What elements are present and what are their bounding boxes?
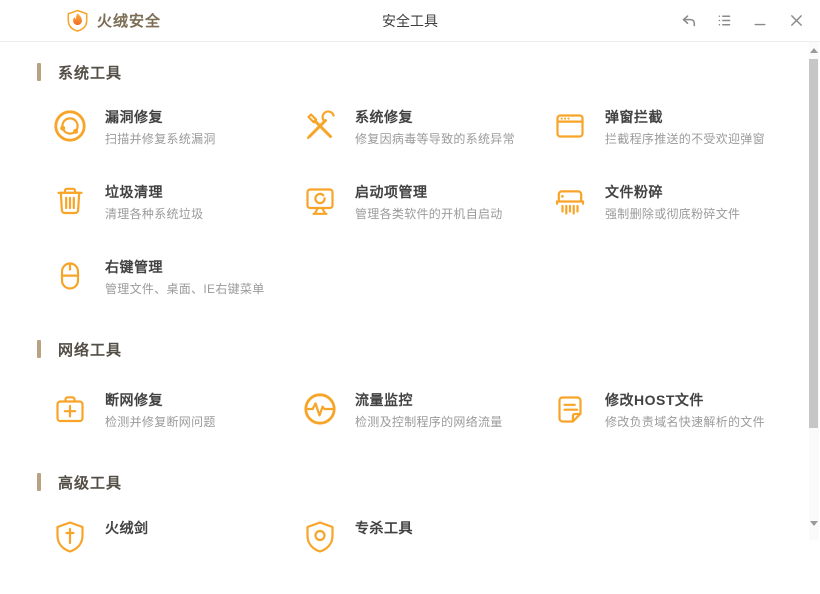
tool-host-file[interactable]: 修改HOST文件 修改负责域名快速解析的文件 [552, 391, 802, 430]
section-header-network: 网络工具 [37, 339, 820, 359]
tool-desc: 修改负责域名快速解析的文件 [605, 415, 765, 429]
traffic-monitor-icon [302, 391, 338, 427]
tool-desc: 修复因病毒等导致的系统异常 [355, 132, 515, 146]
tool-context-menu-manager[interactable]: 右键管理 管理文件、桌面、IE右键菜单 [52, 258, 302, 297]
section-bar [37, 63, 41, 81]
tool-title: 弹窗拦截 [605, 109, 663, 125]
tool-title: 启动项管理 [355, 184, 428, 200]
tool-desc: 检测并修复断网问题 [105, 415, 216, 429]
tool-title: 漏洞修复 [105, 109, 163, 125]
tool-system-repair[interactable]: 系统修复 修复因病毒等导致的系统异常 [302, 108, 552, 147]
section-bar [37, 340, 41, 358]
tool-desc: 强制删除或彻底粉碎文件 [605, 207, 741, 221]
brand: 火绒安全 [66, 9, 161, 32]
titlebar: 火绒安全 安全工具 [0, 0, 820, 42]
trash-icon [52, 183, 88, 219]
tool-huorong-sword[interactable]: 火绒剑 [52, 519, 302, 555]
scrollbar-thumb[interactable] [809, 59, 818, 428]
advanced-tools-grid: 火绒剑 专杀工具 [52, 519, 820, 594]
huorong-logo-icon [67, 9, 88, 32]
section-label: 高级工具 [58, 474, 123, 492]
titlebar-actions [678, 0, 806, 41]
tool-title: 修改HOST文件 [605, 392, 704, 408]
tool-file-shredder[interactable]: 文件粉碎 强制删除或彻底粉碎文件 [552, 183, 802, 222]
startup-monitor-icon [302, 183, 338, 219]
tool-popup-block[interactable]: 弹窗拦截 拦截程序推送的不受欢迎弹窗 [552, 108, 802, 147]
shield-kill-icon [302, 519, 338, 555]
tool-vulnerability-fix[interactable]: 漏洞修复 扫描并修复系统漏洞 [52, 108, 302, 147]
tool-desc: 管理各类软件的开机自启动 [355, 207, 503, 221]
minimize-icon[interactable] [750, 11, 770, 31]
tool-desc: 管理文件、桌面、IE右键菜单 [105, 282, 265, 296]
tool-title: 文件粉碎 [605, 184, 663, 200]
tool-startup-manager[interactable]: 启动项管理 管理各类软件的开机自启动 [302, 183, 552, 222]
tool-desc: 拦截程序推送的不受欢迎弹窗 [605, 132, 765, 146]
host-file-icon [552, 391, 588, 427]
shield-sword-icon [52, 519, 88, 555]
tool-title: 右键管理 [105, 259, 163, 275]
vertical-scrollbar [809, 42, 819, 540]
task-list-icon[interactable] [714, 11, 734, 31]
back-icon[interactable] [678, 11, 698, 31]
tool-desc: 清理各种系统垃圾 [105, 207, 204, 221]
file-shredder-icon [552, 183, 588, 219]
mouse-icon [52, 258, 88, 294]
app-name: 火绒安全 [97, 13, 162, 30]
tool-title: 断网修复 [105, 392, 163, 408]
system-repair-icon [302, 108, 338, 144]
popup-block-icon [552, 108, 588, 144]
section-bar [37, 473, 41, 491]
close-icon[interactable] [786, 11, 806, 31]
tool-junk-clean[interactable]: 垃圾清理 清理各种系统垃圾 [52, 183, 302, 222]
tool-desc: 检测及控制程序的网络流量 [355, 415, 503, 429]
section-label: 系统工具 [58, 64, 123, 82]
section-label: 网络工具 [58, 341, 123, 359]
section-header-system: 系统工具 [37, 62, 820, 82]
network-tools-grid: 断网修复 检测并修复断网问题 流量监控 检测及控制程序的网络流量 修改HOST文… [52, 391, 820, 466]
tool-network-repair[interactable]: 断网修复 检测并修复断网问题 [52, 391, 302, 430]
tool-desc: 扫描并修复系统漏洞 [105, 132, 216, 146]
network-repair-icon [52, 391, 88, 427]
tool-title: 专杀工具 [355, 520, 413, 536]
system-tools-grid: 漏洞修复 扫描并修复系统漏洞 系统修复 修复因病毒等导致的系统异常 弹窗拦截 拦… [52, 108, 820, 333]
vulnerability-scan-icon [52, 108, 88, 144]
tools-page: 系统工具 漏洞修复 扫描并修复系统漏洞 系统修复 修复因病毒等导致的系统异常 弹… [0, 62, 820, 594]
tool-special-killer[interactable]: 专杀工具 [302, 519, 552, 555]
scroll-up-arrow-icon[interactable] [810, 48, 818, 53]
scroll-down-arrow-icon[interactable] [810, 521, 818, 526]
tool-title: 火绒剑 [105, 520, 149, 536]
tool-title: 流量监控 [355, 392, 413, 408]
tool-title: 系统修复 [355, 109, 413, 125]
tool-title: 垃圾清理 [105, 184, 163, 200]
tool-traffic-monitor[interactable]: 流量监控 检测及控制程序的网络流量 [302, 391, 552, 430]
section-header-advanced: 高级工具 [37, 472, 820, 492]
